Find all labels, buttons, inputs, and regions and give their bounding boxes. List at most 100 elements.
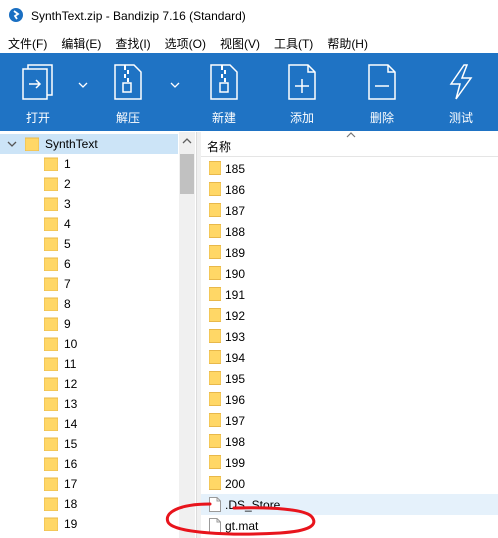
file-row[interactable]: 200 — [201, 473, 498, 494]
test-label: 测试 — [448, 111, 473, 125]
extract-button[interactable]: 解压 — [90, 53, 166, 131]
tree-item-label: 1 — [64, 157, 71, 171]
file-row[interactable]: 193 — [201, 326, 498, 347]
file-list[interactable]: 名称 185 186 187 188 189 190 191 192 193 194 195 196 1… — [201, 132, 498, 538]
open-button[interactable]: 打开 — [0, 53, 76, 131]
tree-item-label: 14 — [64, 417, 78, 431]
tree-item-label: 4 — [64, 217, 71, 231]
tree-item[interactable]: 9 — [0, 314, 178, 334]
folder-icon — [209, 371, 221, 385]
file-row[interactable]: 187 — [201, 200, 498, 221]
folder-icon — [209, 434, 221, 448]
tree-item[interactable]: 14 — [0, 414, 178, 434]
file-row[interactable]: 197 — [201, 410, 498, 431]
folder-icon — [44, 457, 58, 471]
tree-item-label: 5 — [64, 237, 71, 251]
file-row[interactable]: 194 — [201, 347, 498, 368]
menu-find[interactable]: 查找(I) — [107, 31, 156, 53]
tree-item[interactable]: 12 — [0, 374, 178, 394]
folder-icon — [44, 417, 58, 431]
tree-item[interactable]: 10 — [0, 334, 178, 354]
folder-icon — [209, 476, 221, 490]
tree-item[interactable]: 8 — [0, 294, 178, 314]
folder-tree[interactable]: SynthText 1 2 3 4 5 6 7 8 9 10 11 12 13 14 15 16 17 18 19 — [0, 132, 196, 538]
menu-options[interactable]: 选项(O) — [157, 31, 212, 53]
tree-item[interactable]: 2 — [0, 174, 178, 194]
test-button[interactable]: 测试 — [424, 53, 498, 131]
menu-file[interactable]: 文件(F) — [0, 31, 53, 53]
delete-button[interactable]: 删除 — [344, 53, 420, 131]
file-row[interactable]: 190 — [201, 263, 498, 284]
tree-item[interactable]: 7 — [0, 274, 178, 294]
file-row[interactable]: 196 — [201, 389, 498, 410]
tree-item-label: 3 — [64, 197, 71, 211]
bandizip-app-icon[interactable] — [9, 8, 23, 22]
file-row[interactable]: 198 — [201, 431, 498, 452]
column-name-header[interactable]: 名称 — [207, 138, 231, 155]
folder-icon — [44, 157, 58, 171]
tree-item[interactable]: 3 — [0, 194, 178, 214]
tree-scrollbar[interactable] — [179, 132, 195, 538]
tree-item-label: 7 — [64, 277, 71, 291]
file-name: 195 — [225, 372, 246, 386]
collapse-chevron-icon[interactable] — [7, 140, 17, 148]
folder-icon — [209, 329, 221, 343]
file-row[interactable]: 199 — [201, 452, 498, 473]
file-name: 199 — [225, 456, 246, 470]
delete-label: 删除 — [369, 111, 394, 125]
tree-item-label: 16 — [64, 457, 78, 471]
menu-view[interactable]: 视图(V) — [212, 31, 266, 53]
tree-item[interactable]: 19 — [0, 514, 178, 534]
delete-file-icon — [368, 64, 396, 100]
tree-item[interactable]: 4 — [0, 214, 178, 234]
file-name: 191 — [225, 288, 246, 302]
folder-icon — [44, 237, 58, 251]
file-row[interactable]: 195 — [201, 368, 498, 389]
tree-item[interactable]: 11 — [0, 354, 178, 374]
folder-icon — [209, 182, 221, 196]
file-row[interactable]: 188 — [201, 221, 498, 242]
tree-root-row[interactable]: SynthText — [0, 134, 178, 154]
tree-item-label: 11 — [64, 357, 77, 371]
tree-item-label: 6 — [64, 257, 71, 271]
folder-icon — [44, 317, 58, 331]
menu-tools[interactable]: 工具(T) — [266, 31, 319, 53]
tree-item[interactable]: 15 — [0, 434, 178, 454]
tree-item[interactable]: 5 — [0, 234, 178, 254]
folder-icon — [209, 245, 221, 259]
file-name: 197 — [225, 414, 246, 428]
file-row[interactable]: 192 — [201, 305, 498, 326]
column-header: 名称 — [201, 132, 498, 157]
file-row[interactable]: 191 — [201, 284, 498, 305]
tree-item-label: 8 — [64, 297, 71, 311]
folder-icon — [209, 308, 221, 322]
add-button[interactable]: 添加 — [264, 53, 340, 131]
folder-icon — [44, 497, 58, 511]
folder-icon — [209, 413, 221, 427]
tree-item[interactable]: 18 — [0, 494, 178, 514]
title-bar: SynthText.zip - Bandizip 7.16 (Standard) — [0, 0, 498, 31]
tree-item[interactable]: 16 — [0, 454, 178, 474]
menu-help[interactable]: 帮助(H) — [319, 31, 374, 53]
tree-item-label: 2 — [64, 177, 71, 191]
new-archive-button[interactable]: 新建 — [186, 53, 262, 131]
folder-icon — [44, 177, 58, 191]
scroll-up-icon[interactable] — [182, 137, 192, 145]
extract-zip-icon — [114, 64, 142, 100]
file-row[interactable]: 186 — [201, 179, 498, 200]
tree-scroll-thumb[interactable] — [180, 154, 194, 194]
file-name: 187 — [225, 204, 246, 218]
tree-item[interactable]: 1 — [0, 154, 178, 174]
tree-item[interactable]: 13 — [0, 394, 178, 414]
tree-item[interactable]: 17 — [0, 474, 178, 494]
menu-edit[interactable]: 编辑(E) — [53, 31, 107, 53]
file-row[interactable]: 185 — [201, 158, 498, 179]
file-row[interactable]: 189 — [201, 242, 498, 263]
tree-item-label: 17 — [64, 477, 78, 491]
folder-icon — [44, 377, 58, 391]
tree-item-label: 15 — [64, 437, 78, 451]
folder-icon — [209, 161, 221, 175]
tree-item[interactable]: 6 — [0, 254, 178, 274]
open-dropdown-chevron-icon[interactable] — [78, 81, 88, 89]
extract-dropdown-chevron-icon[interactable] — [170, 81, 180, 89]
